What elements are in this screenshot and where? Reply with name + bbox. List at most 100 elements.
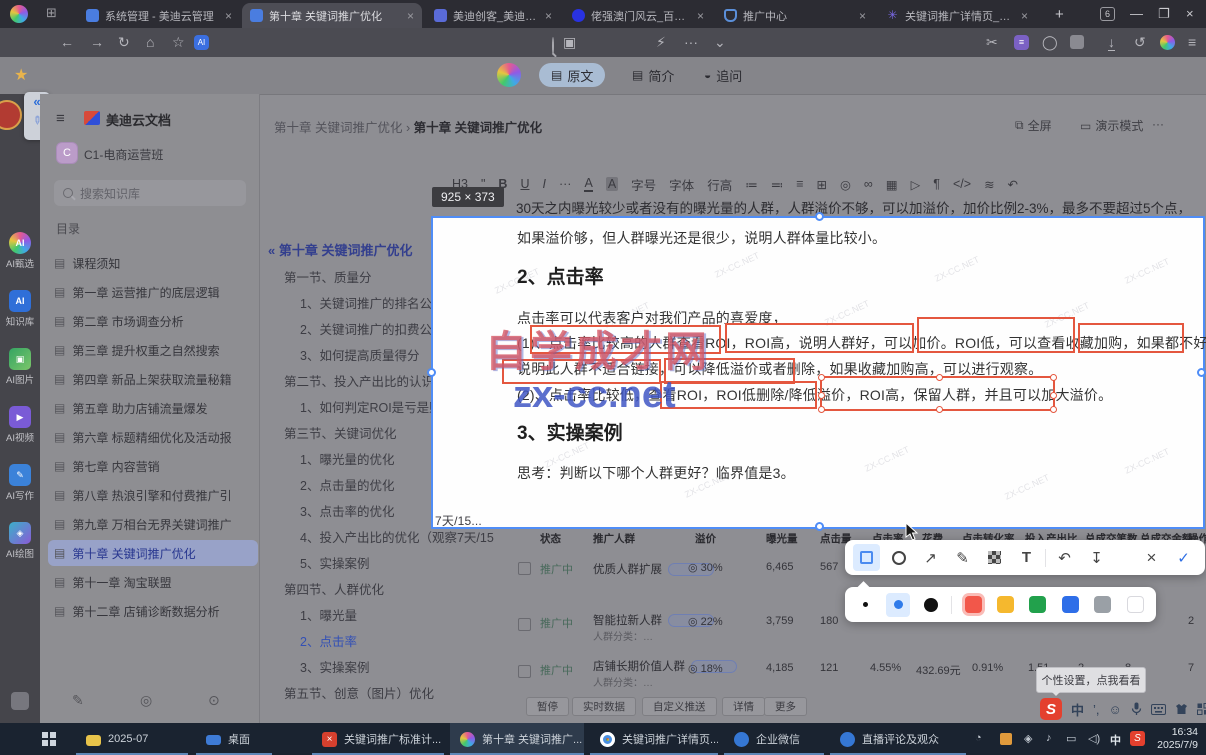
confirm-capture-button[interactable]: ✓ (1170, 544, 1197, 571)
nav-item-12[interactable]: 第四节、人群优化 (284, 579, 384, 598)
stroke-size-medium-selected[interactable] (886, 592, 910, 617)
mosaic-tool[interactable] (981, 544, 1008, 571)
breadcrumb[interactable]: 第十章 关键词推广优化 › 第十章 关键词推广优化 (274, 117, 542, 136)
nav-item-3[interactable]: 3、如何提高质量得分 (300, 345, 419, 364)
flash-icon[interactable]: ⚡ (656, 34, 666, 50)
taskbar-item-doc-active[interactable]: 第十章 关键词推广... (450, 723, 584, 755)
numbered-list-icon[interactable]: ≕ (771, 177, 784, 192)
stroke-size-large[interactable] (919, 593, 942, 617)
fullscreen-button[interactable]: ⧉ 全屏 (1015, 117, 1052, 134)
favorite-star-icon[interactable]: ★ (14, 65, 28, 85)
nav-item-15[interactable]: 3、实操案例 (300, 657, 369, 676)
sidebar-item-2[interactable]: ▤ 第二章 市场调查分析 (54, 308, 254, 334)
selection-handle-top[interactable] (815, 212, 824, 221)
selection-handle-left[interactable] (427, 368, 436, 377)
link-icon[interactable]: ∞ (864, 177, 873, 191)
tray-display-icon[interactable]: ▭ (1066, 732, 1076, 745)
sidebar-item-3[interactable]: ▤ 第三章 提升权重之自然搜索 (54, 337, 254, 363)
rail-item-knowledge[interactable]: AI 知识库 (0, 290, 40, 328)
tab-close-icon[interactable]: × (697, 9, 704, 23)
nav-item-5[interactable]: 1、如何判定ROI是亏是赚 (300, 397, 442, 416)
browser-tab-4[interactable]: 佬强澳门风云_百度搜索 × (564, 3, 712, 28)
row-checkbox[interactable] (518, 562, 531, 575)
ime-emoji-icon[interactable]: ☺ (1109, 702, 1122, 717)
knowledge-search-input[interactable]: 搜索知识库 (54, 180, 246, 206)
tab-ask[interactable]: ◒ 追问 (692, 63, 754, 87)
nav-item-1[interactable]: 1、关键词推广的排名公式 (300, 293, 444, 312)
selection-handle-bottom[interactable] (815, 522, 824, 531)
custom-push-button[interactable]: 自定义推送 (642, 697, 717, 716)
nav-item-13[interactable]: 1、曝光量 (300, 605, 357, 624)
font-size-select[interactable]: 字号 (631, 175, 656, 194)
start-button[interactable] (42, 732, 56, 746)
nav-item-6[interactable]: 第三节、关键词优化 (284, 423, 397, 442)
power-icon[interactable]: ⊙ (208, 692, 220, 709)
font-family-select[interactable]: 字体 (669, 175, 694, 194)
pause-button[interactable]: 暂停 (526, 697, 569, 716)
pen-tool[interactable]: ✎ (949, 544, 976, 571)
scissors-icon[interactable]: ✂ (986, 34, 998, 50)
taskbar-clock[interactable]: 16:34 2025/7/9 (1157, 726, 1198, 752)
sidebar-item-0[interactable]: ▤ 课程须知 (54, 250, 254, 276)
color-white[interactable] (1124, 593, 1147, 617)
nav-item-7[interactable]: 1、曝光量的优化 (300, 449, 394, 468)
rail-item-ai-select[interactable]: AI AI甄选 (0, 232, 40, 270)
align-icon[interactable]: ≡ (796, 177, 803, 191)
rail-item-ai-video[interactable]: ▶ AI视频 (0, 406, 40, 444)
workspace-name[interactable]: C1-电商运营班 (84, 146, 163, 163)
arrow-tool[interactable]: ↗ (917, 544, 944, 571)
color-blue[interactable] (1059, 593, 1082, 617)
circle-extension-icon[interactable]: ◯ (1042, 34, 1058, 50)
nav-item-11[interactable]: 5、实操案例 (300, 553, 369, 572)
browser-tab-1[interactable]: 系统管理 - 美迪云管理 × (78, 3, 240, 28)
color-yellow[interactable] (994, 593, 1017, 617)
tab-close-icon[interactable]: × (225, 9, 232, 23)
annotation-box-2[interactable] (725, 323, 914, 353)
reload-icon[interactable]: ↻ (118, 34, 130, 50)
browser-tab-5[interactable]: 推广中心 × (716, 3, 874, 28)
rail-item-ai-drawing[interactable]: ◈ AI绘图 (0, 522, 40, 560)
tray-mic-icon[interactable]: ♪ (1046, 732, 1052, 744)
color-gray[interactable] (1091, 593, 1114, 617)
sidebar-item-8[interactable]: ▤ 第八章 热浪引擎和付费推广引 (54, 482, 254, 508)
color-green[interactable] (1026, 593, 1049, 617)
sidebar-item-4[interactable]: ▤ 第四章 新品上架获取流量秘籍 (54, 366, 254, 392)
ime-punct-icon[interactable]: ’, (1093, 702, 1100, 717)
realtime-data-button[interactable]: 实时数据 (572, 697, 636, 716)
more-format-icon[interactable]: ··· (559, 177, 572, 191)
tab-count-badge[interactable]: 6 (1100, 7, 1116, 21)
details-button[interactable]: 详情 (722, 697, 765, 716)
indent-icon[interactable]: ⊞ (817, 177, 827, 192)
screenshot-selection[interactable]: 925 × 373 ZX-CC.NET ZX-CC.NET ZX-CC.NET … (427, 187, 1206, 531)
annotation-box-3[interactable] (917, 317, 1075, 353)
more-button[interactable]: 更多 (764, 697, 807, 716)
browser-menu-logo-icon[interactable] (1160, 35, 1175, 50)
puzzle-icon[interactable] (11, 692, 29, 710)
sidebar-item-6[interactable]: ▤ 第六章 标题精细优化及活动报 (54, 424, 254, 450)
attachment-icon[interactable]: ¶ (933, 177, 940, 191)
window-close-button[interactable]: × (1186, 6, 1194, 21)
back-icon[interactable]: ← (60, 34, 74, 50)
rail-item-ai-writing[interactable]: ✎ AI写作 (0, 464, 40, 502)
undo-icon[interactable]: ↶ (1008, 177, 1018, 192)
home-icon[interactable]: ⌂ (146, 34, 154, 50)
ai-extension-icon[interactable]: AI (194, 35, 209, 50)
tab-close-icon[interactable]: × (1021, 9, 1028, 23)
emoji-icon[interactable]: ◎ (840, 177, 851, 192)
taskbar-item-desktop[interactable]: 桌面 (196, 723, 272, 755)
sidebar-item-11[interactable]: ▤ 第十一章 淘宝联盟 (54, 569, 254, 595)
nav-item-8[interactable]: 2、点击量的优化 (300, 475, 394, 494)
annotation-box-8-selected[interactable] (818, 374, 1057, 413)
tray-ime-lang[interactable]: 中 (1110, 732, 1121, 748)
nav-item-4[interactable]: 第二节、投入产出比的认识 (284, 371, 434, 390)
more-tools-icon[interactable]: ··· (684, 34, 698, 50)
more-actions-button[interactable]: ··· (1152, 117, 1164, 131)
ime-lang-toggle[interactable]: 中 (1071, 700, 1084, 719)
line-height-select[interactable]: 行高 (707, 175, 732, 194)
hamburger-icon[interactable]: ≡ (56, 110, 65, 127)
video-insert-icon[interactable]: ▷ (911, 177, 921, 192)
bullet-list-icon[interactable]: ≔ (745, 177, 758, 192)
record-icon[interactable]: ◎ (140, 692, 152, 709)
row-checkbox[interactable] (518, 618, 531, 631)
split-screen-icon[interactable]: ⊞ (46, 5, 57, 21)
